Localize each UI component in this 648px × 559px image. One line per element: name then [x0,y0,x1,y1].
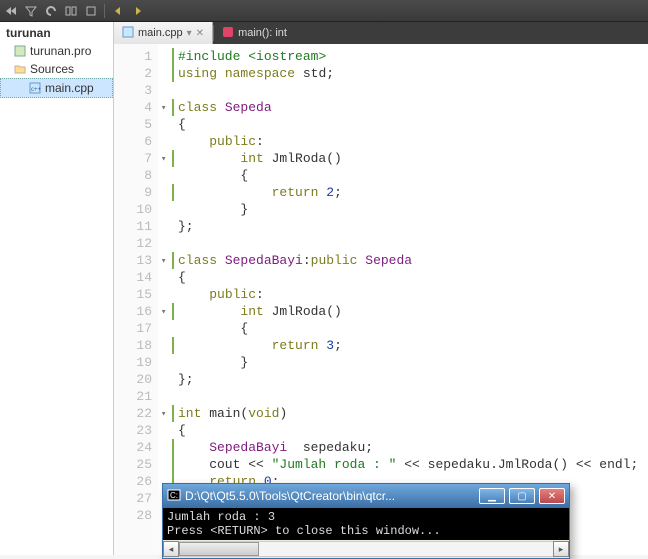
project-tree[interactable]: turunan turunan.pro Sources c++ main.cpp [0,22,114,555]
function-icon [222,26,234,41]
code-editor[interactable]: 1234567891011121314151617181920212223242… [114,44,648,555]
rewind-icon[interactable] [4,4,18,18]
back-arrow-icon[interactable] [111,4,125,18]
chevron-down-icon[interactable]: ▾ [187,28,192,39]
app-icon: C: [167,488,181,505]
tree-label: main.cpp [45,81,94,95]
filter-icon[interactable] [24,4,38,18]
top-toolbar [0,0,648,22]
project-root[interactable]: turunan [0,24,113,42]
tree-item-sources[interactable]: Sources [0,60,113,78]
tab-label: main.cpp [138,27,183,39]
console-scrollbar[interactable]: ◂ ▸ [163,540,569,558]
console-titlebar[interactable]: C: D:\Qt\Qt5.5.0\Tools\QtCreator\bin\qtc… [163,484,569,508]
close-button[interactable]: ✕ [539,488,565,504]
toolbar-separator [104,4,105,18]
code-content[interactable]: #include <iostream>using namespace std;c… [170,44,648,555]
expand-icon[interactable] [84,4,98,18]
tree-label: Sources [30,62,74,76]
maximize-button[interactable]: ▢ [509,488,535,504]
line-number-gutter: 1234567891011121314151617181920212223242… [114,44,158,555]
file-tab[interactable]: main.cpp ▾ ✕ [114,22,213,44]
fold-column[interactable] [158,44,170,555]
tree-item-maincpp[interactable]: c++ main.cpp [0,78,113,98]
tree-label: turunan.pro [30,44,91,58]
close-icon[interactable]: ✕ [196,28,204,39]
scroll-thumb[interactable] [179,542,259,556]
svg-text:c++: c++ [31,87,41,93]
cpp-file-icon [122,26,134,41]
console-window[interactable]: C: D:\Qt\Qt5.5.0\Tools\QtCreator\bin\qtc… [162,483,570,559]
folder-icon [14,63,26,75]
symbol-selector[interactable]: main(): int [214,22,295,44]
console-output: Jumlah roda : 3 Press <RETURN> to close … [163,508,569,540]
svg-text:C:: C: [170,491,178,500]
sync-icon[interactable] [44,4,58,18]
editor-tabs: main.cpp ▾ ✕ main(): int [114,22,648,44]
forward-arrow-icon[interactable] [131,4,145,18]
minimize-button[interactable]: ▁ [479,488,505,504]
pro-file-icon [14,45,26,57]
console-title: D:\Qt\Qt5.5.0\Tools\QtCreator\bin\qtcr..… [185,489,475,503]
symbol-label: main(): int [238,27,287,39]
split-icon[interactable] [64,4,78,18]
tree-item-pro[interactable]: turunan.pro [0,42,113,60]
cpp-file-icon: c++ [29,82,41,94]
